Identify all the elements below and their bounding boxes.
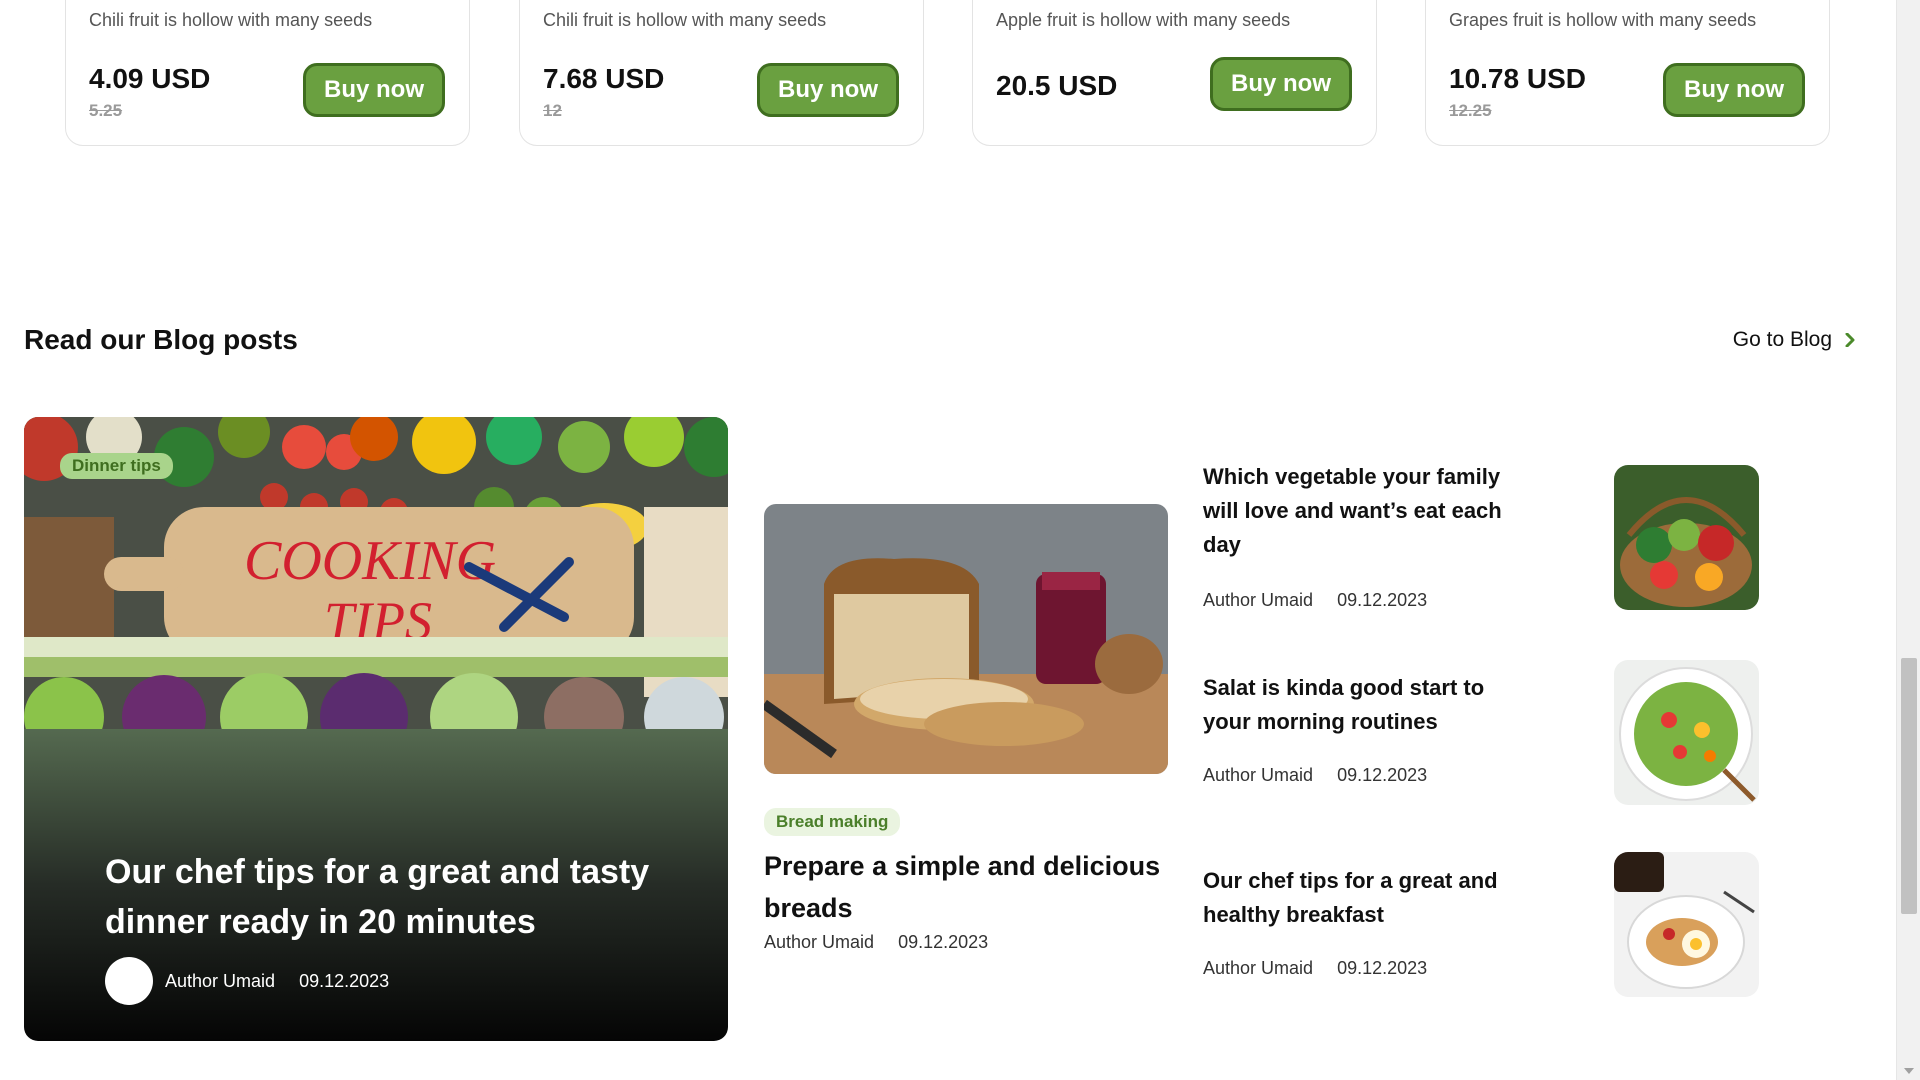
go-to-blog-label: Go to Blog <box>1732 328 1832 351</box>
scrollbar-thumb[interactable] <box>1901 658 1917 914</box>
featured-blog-card[interactable]: COOKING TIPS Dinner tips Our chef tips f… <box>24 417 728 1041</box>
product-card: Apple fruit is hollow with many seeds 20… <box>972 0 1377 146</box>
post-title[interactable]: Our chef tips for a great and healthy br… <box>1203 864 1513 932</box>
post-author: Author Umaid <box>1203 590 1314 610</box>
post-author: Author Umaid <box>764 932 875 952</box>
scrollbar[interactable] <box>1896 0 1920 1080</box>
product-price: 20.5 USD <box>996 70 1118 101</box>
post-date: 09.12.2023 <box>299 970 390 991</box>
bread-image[interactable] <box>764 504 1168 774</box>
post-tag[interactable]: Dinner tips <box>60 453 173 479</box>
post-author: Author Umaid <box>1203 958 1314 978</box>
buy-now-button[interactable]: Buy now <box>303 63 445 117</box>
avatar <box>105 957 153 1005</box>
post-author: Author Umaid <box>165 970 276 991</box>
product-card: Chili fruit is hollow with many seeds 7.… <box>519 0 924 146</box>
post-date: 09.12.2023 <box>1337 958 1428 978</box>
cooking-tips-image-text-1: COOKING <box>244 530 496 592</box>
product-price: 10.78 USD <box>1449 63 1586 94</box>
product-old-price: 12.25 <box>1449 101 1492 120</box>
vegetable-basket-image[interactable] <box>1614 465 1759 610</box>
featured-post-title[interactable]: Our chef tips for a great and tasty dinn… <box>105 847 665 947</box>
post-title[interactable]: Prepare a simple and delicious breads <box>764 845 1174 929</box>
post-meta: Author Umaid 09.12.2023 <box>1203 958 1427 979</box>
product-old-price: 5.25 <box>89 101 123 120</box>
product-description: Apple fruit is hollow with many seeds <box>996 10 1291 30</box>
post-title[interactable]: Salat is kinda good start to your mornin… <box>1203 671 1513 739</box>
product-description: Grapes fruit is hollow with many seeds <box>1449 10 1757 30</box>
scroll-down-arrow-icon[interactable] <box>1904 1068 1914 1074</box>
post-author: Author Umaid <box>1203 765 1314 785</box>
product-card: Grapes fruit is hollow with many seeds 1… <box>1425 0 1830 146</box>
go-to-blog-link[interactable]: Go to Blog <box>1733 328 1856 352</box>
buy-now-button[interactable]: Buy now <box>757 63 899 117</box>
product-price: 7.68 USD <box>543 63 665 94</box>
post-date: 09.12.2023 <box>1337 765 1428 785</box>
post-date: 09.12.2023 <box>898 932 989 952</box>
buy-now-button[interactable]: Buy now <box>1663 63 1805 117</box>
product-description: Chili fruit is hollow with many seeds <box>89 10 373 30</box>
breakfast-plate-image[interactable] <box>1614 852 1759 997</box>
post-meta: Author Umaid 09.12.2023 <box>105 957 389 1005</box>
post-meta: Author Umaid 09.12.2023 <box>1203 765 1427 786</box>
post-title[interactable]: Which vegetable your family will love an… <box>1203 460 1513 562</box>
product-old-price: 12 <box>543 101 562 120</box>
buy-now-button[interactable]: Buy now <box>1210 57 1352 111</box>
blog-section-title: Read our Blog posts <box>24 324 298 355</box>
post-meta: Author Umaid 09.12.2023 <box>1203 590 1427 611</box>
product-price: 4.09 USD <box>89 63 211 94</box>
post-meta: Author Umaid 09.12.2023 <box>764 932 988 953</box>
product-card: Chili fruit is hollow with many seeds 4.… <box>65 0 470 146</box>
post-tag[interactable]: Bread making <box>764 808 901 836</box>
chevron-right-icon <box>1845 333 1855 347</box>
product-description: Chili fruit is hollow with many seeds <box>543 10 827 30</box>
salad-bowl-image[interactable] <box>1614 660 1759 805</box>
post-date: 09.12.2023 <box>1337 590 1428 610</box>
